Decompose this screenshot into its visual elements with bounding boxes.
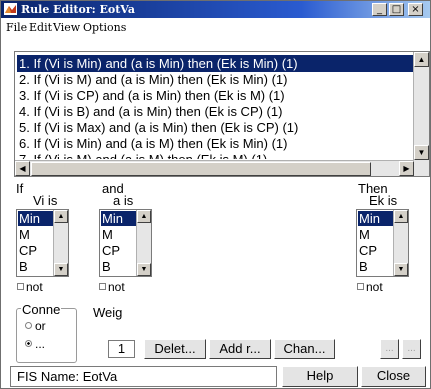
a-not-checkbox[interactable]: not — [99, 280, 125, 294]
rule-item[interactable]: 7. If (Vi is M) and (a is M) then (Ek is… — [17, 151, 413, 159]
rule-list[interactable]: 1. If (Vi is Min) and (a is Min) then (E… — [14, 51, 430, 177]
menu-bar: File Edit View Options — [1, 19, 430, 36]
minimize-button[interactable]: _ — [372, 3, 387, 16]
list-item[interactable]: CP — [101, 243, 137, 258]
ek-label: Ek is — [369, 193, 398, 208]
checkbox-icon — [17, 283, 24, 290]
list-item[interactable]: CP — [358, 243, 394, 258]
radio-selected-icon — [25, 340, 32, 347]
list-item[interactable]: Min — [358, 211, 394, 226]
horizontal-scroll-thumb[interactable] — [31, 162, 371, 176]
maximize-button[interactable]: □ — [389, 3, 404, 16]
scroll-right-icon[interactable]: ▶ — [399, 161, 414, 176]
rule-item[interactable]: 1. If (Vi is Min) and (a is Min) then (E… — [17, 55, 413, 72]
scroll-left-icon[interactable]: ◀ — [15, 161, 30, 176]
vi-not-label: not — [26, 280, 43, 294]
a-label: a is — [113, 193, 134, 208]
add-rule-button[interactable]: Add r... — [209, 339, 271, 359]
connection-label: Conne — [21, 302, 62, 317]
if-label: If — [16, 181, 24, 196]
rule-item[interactable]: 3. If (Vi is CP) and (a is Min) then (Ek… — [17, 87, 413, 104]
or-label: or — [35, 319, 46, 333]
vi-membership-list[interactable]: Min M CP B ▲ ▼ — [16, 209, 69, 277]
a-membership-list[interactable]: Min M CP B ▲ ▼ — [99, 209, 152, 277]
scroll-up-icon[interactable]: ▲ — [414, 52, 429, 67]
list-item[interactable]: M — [358, 227, 394, 242]
a-list-scrollbar[interactable]: ▲ ▼ — [136, 210, 151, 276]
list-item[interactable]: B — [101, 259, 137, 274]
rule-item[interactable]: 4. If (Vi is B) and (a is Min) then (Ek … — [17, 103, 413, 120]
delete-rule-button[interactable]: Delet... — [144, 339, 206, 359]
scroll-down-icon[interactable]: ▼ — [414, 145, 429, 160]
vi-label: Vi is — [33, 193, 58, 208]
or-radio[interactable]: or — [25, 319, 46, 333]
menu-view[interactable]: View — [53, 21, 80, 34]
close-window-button[interactable]: × — [408, 3, 423, 16]
scroll-down-icon[interactable]: ▼ — [394, 263, 408, 276]
menu-options[interactable]: Options — [83, 21, 126, 34]
help-button[interactable]: Help — [282, 366, 358, 387]
scroll-up-icon[interactable]: ▲ — [54, 210, 68, 223]
rule-item[interactable]: 6. If (Vi is Min) and (a is M) then (Ek … — [17, 135, 413, 152]
ek-list-scrollbar[interactable]: ▲ ▼ — [393, 210, 408, 276]
weight-label: Weig — [93, 305, 123, 320]
rule-list-vertical-scrollbar[interactable]: ▲ ▼ — [413, 52, 429, 176]
radio-icon — [25, 322, 32, 329]
rule-item[interactable]: 5. If (Vi is Max) and (a is Min) then (E… — [17, 119, 413, 136]
checkbox-icon — [357, 283, 364, 290]
nav-left-button[interactable]: ... — [380, 339, 399, 359]
and-option-label: ... — [35, 337, 46, 351]
ek-not-label: not — [366, 280, 383, 294]
vi-list-scrollbar[interactable]: ▲ ▼ — [53, 210, 68, 276]
rule-list-horizontal-scrollbar[interactable]: ◀ ▶ — [15, 160, 414, 176]
and-radio[interactable]: ... — [25, 337, 45, 351]
list-item[interactable]: B — [358, 259, 394, 274]
rule-editor-window: Rule Editor: EotVa _ □ × File Edit View … — [0, 0, 431, 389]
fis-name-status: FIS Name: EotVa — [10, 366, 277, 387]
list-item[interactable]: Min — [18, 211, 54, 226]
menu-edit[interactable]: Edit — [29, 21, 52, 34]
matlab-icon — [4, 3, 17, 15]
vi-not-checkbox[interactable]: not — [17, 280, 43, 294]
list-item[interactable]: M — [101, 227, 137, 242]
a-not-label: not — [108, 280, 125, 294]
list-item[interactable]: CP — [18, 243, 54, 258]
checkbox-icon — [99, 283, 106, 290]
ek-not-checkbox[interactable]: not — [357, 280, 383, 294]
menu-file[interactable]: File — [6, 21, 27, 34]
ek-membership-list[interactable]: Min M CP B ▲ ▼ — [356, 209, 409, 277]
scroll-down-icon[interactable]: ▼ — [54, 263, 68, 276]
list-item[interactable]: M — [18, 227, 54, 242]
scroll-up-icon[interactable]: ▲ — [394, 210, 408, 223]
nav-right-button[interactable]: ... — [402, 339, 421, 359]
list-item[interactable]: Min — [101, 211, 137, 226]
change-rule-button[interactable]: Chan... — [274, 339, 335, 359]
scroll-down-icon[interactable]: ▼ — [137, 263, 151, 276]
weight-input[interactable]: 1 — [108, 340, 135, 358]
rule-item[interactable]: 2. If (Vi is M) and (a is Min) then (Ek … — [17, 71, 413, 88]
window-title: Rule Editor: EotVa — [21, 3, 135, 16]
title-bar[interactable]: Rule Editor: EotVa _ □ × — [1, 1, 430, 18]
scroll-up-icon[interactable]: ▲ — [137, 210, 151, 223]
list-item[interactable]: B — [18, 259, 54, 274]
close-button[interactable]: Close — [361, 366, 426, 387]
